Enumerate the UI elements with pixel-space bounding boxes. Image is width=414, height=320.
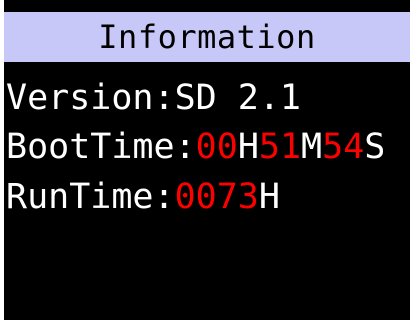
version-value: SD 2.1: [174, 78, 302, 118]
run-time-label: RunTime:: [6, 177, 175, 217]
version-line: Version:SD 2.1: [6, 78, 301, 118]
page-title: Information: [98, 18, 316, 56]
run-time-hours-unit: H: [258, 177, 280, 217]
boot-time-minutes-unit: M: [301, 127, 323, 167]
version-label: Version:: [6, 78, 175, 118]
title-bar: Information: [4, 12, 410, 62]
boot-time-hours-unit: H: [237, 127, 259, 167]
boot-time-minutes: 51: [258, 127, 302, 167]
boot-time-seconds-unit: S: [364, 127, 386, 167]
boot-time-hours: 00: [195, 127, 238, 167]
device-screen: Information Version:SD 2.1 BootTime:00H5…: [0, 0, 414, 320]
run-time-hours: 0073: [174, 177, 259, 217]
run-time-line: RunTime:0073H: [6, 177, 280, 217]
boot-time-label: BootTime:: [6, 127, 196, 167]
boot-time-seconds: 54: [322, 127, 365, 167]
boot-time-line: BootTime:00H51M54S: [6, 127, 385, 167]
